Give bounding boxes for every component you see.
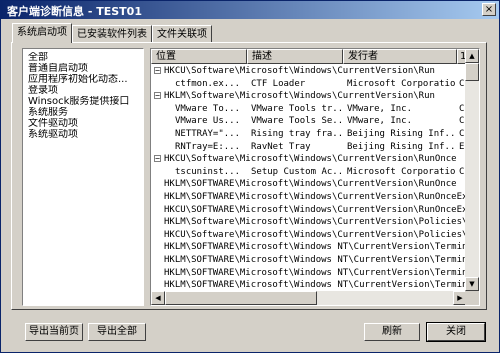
registry-key-path: HKLM\Software\Microsoft\Windows\CurrentV… (164, 91, 435, 102)
cell-description: VMware Tools Se... (251, 116, 341, 127)
table-group-row[interactable]: HKLM\SOFTWARE\Microsoft\Windows NT\Curre… (151, 254, 467, 267)
horizontal-scroll-thumb[interactable] (165, 291, 317, 305)
table-row[interactable]: VMware To... VMware Tools tr... VMware, In… (151, 103, 467, 116)
scrollbar-corner (465, 291, 479, 305)
collapse-toggle-icon[interactable]: − (154, 92, 161, 100)
cell-description: Setup Custom Ac... (251, 166, 341, 177)
scroll-up-icon[interactable]: ▲ (465, 49, 479, 63)
tab-installed-software[interactable]: 已安装软件列表 (72, 25, 152, 42)
registry-key-path: HKCU\Software\Microsoft\Windows\CurrentV… (164, 229, 467, 240)
cell-location: RNTray=E:... (175, 141, 241, 152)
table-group-row[interactable]: HKLM\SOFTWARE\Microsoft\Windows NT\Curre… (151, 267, 467, 280)
collapse-toggle-icon[interactable]: − (154, 67, 161, 75)
horizontal-scrollbar[interactable]: ◀ ▶ (151, 291, 467, 305)
table-group-row[interactable]: HKLM\Software\Microsoft\Windows\CurrentV… (151, 216, 467, 229)
table-row[interactable]: ctfmon.ex... CTF Loader Microsoft Corporat… (151, 78, 467, 91)
cell-description: CTF Loader (251, 78, 306, 89)
column-header-description[interactable]: 描述 (247, 49, 343, 64)
cell-location: VMware Us... (175, 116, 241, 127)
table-group-row[interactable]: HKLM\SOFTWARE\Microsoft\Windows NT\Curre… (151, 241, 467, 254)
registry-key-path: HKLM\SOFTWARE\Microsoft\Windows NT\Curre… (164, 242, 467, 253)
cell-description: VMware Tools tr... (251, 103, 341, 114)
table-group-row[interactable]: HKCU\Software\Microsoft\Windows\CurrentV… (151, 229, 467, 242)
refresh-button[interactable]: 刷新 (364, 323, 420, 341)
close-icon[interactable]: × (482, 3, 496, 16)
table-group-row[interactable]: HKLM\SOFTWARE\Microsoft\Windows\CurrentV… (151, 191, 467, 204)
category-item-services[interactable]: 系统服务 (23, 107, 143, 118)
category-item-normal-autostart[interactable]: 普通自启动项 (23, 63, 143, 74)
export-all-button[interactable]: 导出全部 (88, 323, 146, 341)
cell-description: RavNet Tray (251, 141, 311, 152)
registry-key-path: HKLM\SOFTWARE\Microsoft\Windows NT\Curre… (164, 280, 467, 291)
cell-publisher: Beijing Rising Inf... (347, 141, 455, 152)
registry-key-path: HKCU\SOFTWARE\Microsoft\Windows\CurrentV… (164, 204, 467, 215)
category-item-system-drivers[interactable]: 系统驱动项 (23, 129, 143, 140)
startup-items-table: 位置 描述 发行者 1 − HKCU\Software\Microsoft\Win… (150, 48, 480, 306)
table-row[interactable]: RNTray=E:... RavNet Tray Beijing Rising In… (151, 141, 467, 154)
table-row[interactable]: VMware Us... VMware Tools Se... VMware, In… (151, 115, 467, 128)
cell-publisher: Microsoft Corporation (347, 166, 455, 177)
category-list[interactable]: 全部 普通自启动项 应用程序初始化动态... 登录项 Winsock服务提供接口… (22, 48, 144, 306)
table-header: 位置 描述 发行者 1 (151, 49, 467, 64)
registry-key-path: HKLM\SOFTWARE\Microsoft\Windows\CurrentV… (164, 179, 457, 190)
table-row[interactable]: tscuninst... Setup Custom Ac... Microsoft … (151, 166, 467, 179)
cell-location: VMware To... (175, 103, 241, 114)
export-current-page-button[interactable]: 导出当前页 (25, 323, 83, 341)
category-item-app-init[interactable]: 应用程序初始化动态... (23, 74, 143, 85)
category-item-winsock[interactable]: Winsock服务提供接口 (23, 96, 143, 107)
table-body[interactable]: − HKCU\Software\Microsoft\Windows\Current… (151, 65, 467, 291)
registry-key-path: HKLM\Software\Microsoft\Windows\CurrentV… (164, 217, 467, 228)
cell-location: NETTRAY="... (175, 128, 241, 139)
category-item-logon[interactable]: 登录项 (23, 85, 143, 96)
table-row[interactable]: NETTRAY="... Rising tray fra... Beijing Ri… (151, 128, 467, 141)
collapse-toggle-icon[interactable]: − (154, 155, 161, 163)
table-group-row[interactable]: − HKCU\Software\Microsoft\Windows\Current… (151, 65, 467, 78)
registry-key-path: HKLM\SOFTWARE\Microsoft\Windows\CurrentV… (164, 191, 467, 202)
table-group-row[interactable]: HKLM\SOFTWARE\Microsoft\Windows\CurrentV… (151, 178, 467, 191)
cell-publisher: Beijing Rising Inf... (347, 128, 455, 139)
cell-description: Rising tray fra... (251, 128, 341, 139)
table-group-row[interactable]: − HKLM\Software\Microsoft\Windows\Current… (151, 90, 467, 103)
table-group-row[interactable]: HKLM\SOFTWARE\Microsoft\Windows NT\Curre… (151, 279, 467, 291)
tab-startup-items[interactable]: 系统启动项 (12, 23, 72, 43)
registry-key-path: HKCU\Software\Microsoft\Windows\CurrentV… (164, 154, 457, 165)
table-group-row[interactable]: − HKCU\Software\Microsoft\Windows\Current… (151, 153, 467, 166)
window-title: 客户端诊断信息 - TEST01 (7, 5, 142, 18)
cell-publisher: VMware, Inc. (347, 116, 413, 127)
category-item-file-drivers[interactable]: 文件驱动项 (23, 118, 143, 129)
table-group-row[interactable]: HKCU\SOFTWARE\Microsoft\Windows\CurrentV… (151, 204, 467, 217)
cell-location: ctfmon.ex... (175, 78, 241, 89)
registry-key-path: HKLM\SOFTWARE\Microsoft\Windows NT\Curre… (164, 254, 467, 265)
registry-key-path: HKLM\SOFTWARE\Microsoft\Windows NT\Curre… (164, 267, 467, 278)
scroll-left-icon[interactable]: ◀ (151, 291, 165, 305)
category-item-all[interactable]: 全部 (23, 52, 143, 63)
cell-location: tscuninst... (175, 166, 241, 177)
scroll-down-icon[interactable]: ▼ (465, 277, 479, 291)
column-header-location[interactable]: 位置 (151, 49, 247, 64)
vertical-scrollbar[interactable]: ▲ ▼ (465, 49, 479, 291)
column-header-publisher[interactable]: 发行者 (343, 49, 457, 64)
cell-publisher: Microsoft Corporation (347, 78, 455, 89)
tab-file-associations[interactable]: 文件关联项 (152, 25, 212, 42)
cell-publisher: VMware, Inc. (347, 103, 413, 114)
title-bar[interactable]: 客户端诊断信息 - TEST01 × (1, 1, 499, 19)
close-button[interactable]: 关闭 (426, 322, 486, 342)
vertical-scroll-thumb[interactable] (465, 63, 479, 81)
registry-key-path: HKCU\Software\Microsoft\Windows\CurrentV… (164, 66, 435, 76)
